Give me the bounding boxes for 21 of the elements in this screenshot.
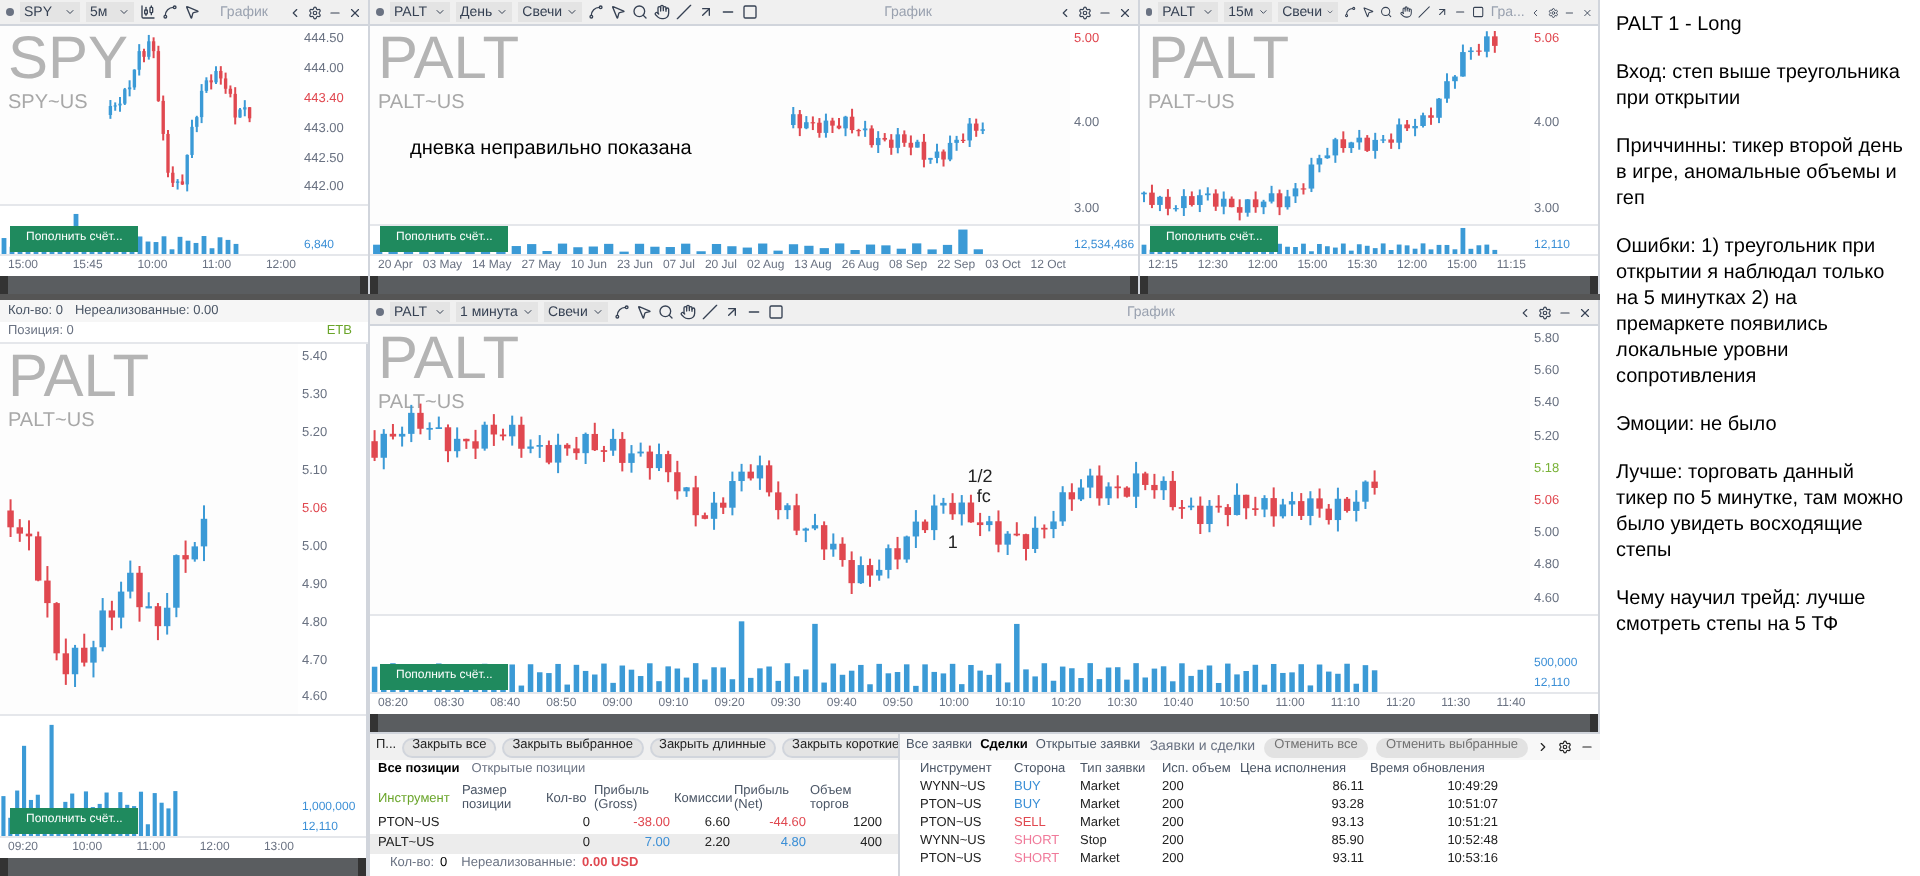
- note-paragraph: Ошибки: 1) треугольник при открытии я наблюдал только на 5 минутках 2) на премаркете появились локальные уровни сопротивления: [1616, 234, 1887, 390]
- chart-annotation: дневка неправильно показана: [410, 136, 692, 165]
- symbol-watermark: PALT: [8, 348, 150, 408]
- note-paragraph: Чему научил трейд: лучше смотреть степы на 5 ТФ: [1616, 586, 1868, 638]
- symbol-watermark-subtitle: PALT~US: [1148, 94, 1235, 114]
- chart-annotation: 1/2: [967, 467, 993, 486]
- chart-annotation: 1: [947, 533, 958, 552]
- symbol-watermark: PALT: [1148, 30, 1290, 90]
- symbol-watermark-subtitle: PALT~US: [378, 394, 465, 414]
- symbol-watermark-subtitle: SPY~US: [8, 94, 88, 114]
- symbol-watermark-subtitle: PALT~US: [8, 412, 95, 432]
- symbol-watermark: PALT: [378, 30, 520, 90]
- symbol-watermark-subtitle: PALT~US: [378, 94, 465, 114]
- note-paragraph: Лучше: торговать данный тикер по 5 минутке, там можно было увидеть восходящие степы: [1616, 460, 1904, 564]
- note-paragraph: Приччинны: тикер второй день в игре, аномальные объемы и геп: [1616, 134, 1904, 212]
- note-paragraph: Эмоции: не было: [1616, 412, 1779, 438]
- symbol-watermark: SPY: [8, 30, 129, 90]
- notes-title: PALT 1 - Long: [1616, 12, 1744, 38]
- symbol-watermark: PALT: [378, 330, 520, 390]
- note-paragraph: Вход: степ выше треугольника при открытии: [1616, 60, 1902, 112]
- chart-annotation: fc: [976, 487, 991, 506]
